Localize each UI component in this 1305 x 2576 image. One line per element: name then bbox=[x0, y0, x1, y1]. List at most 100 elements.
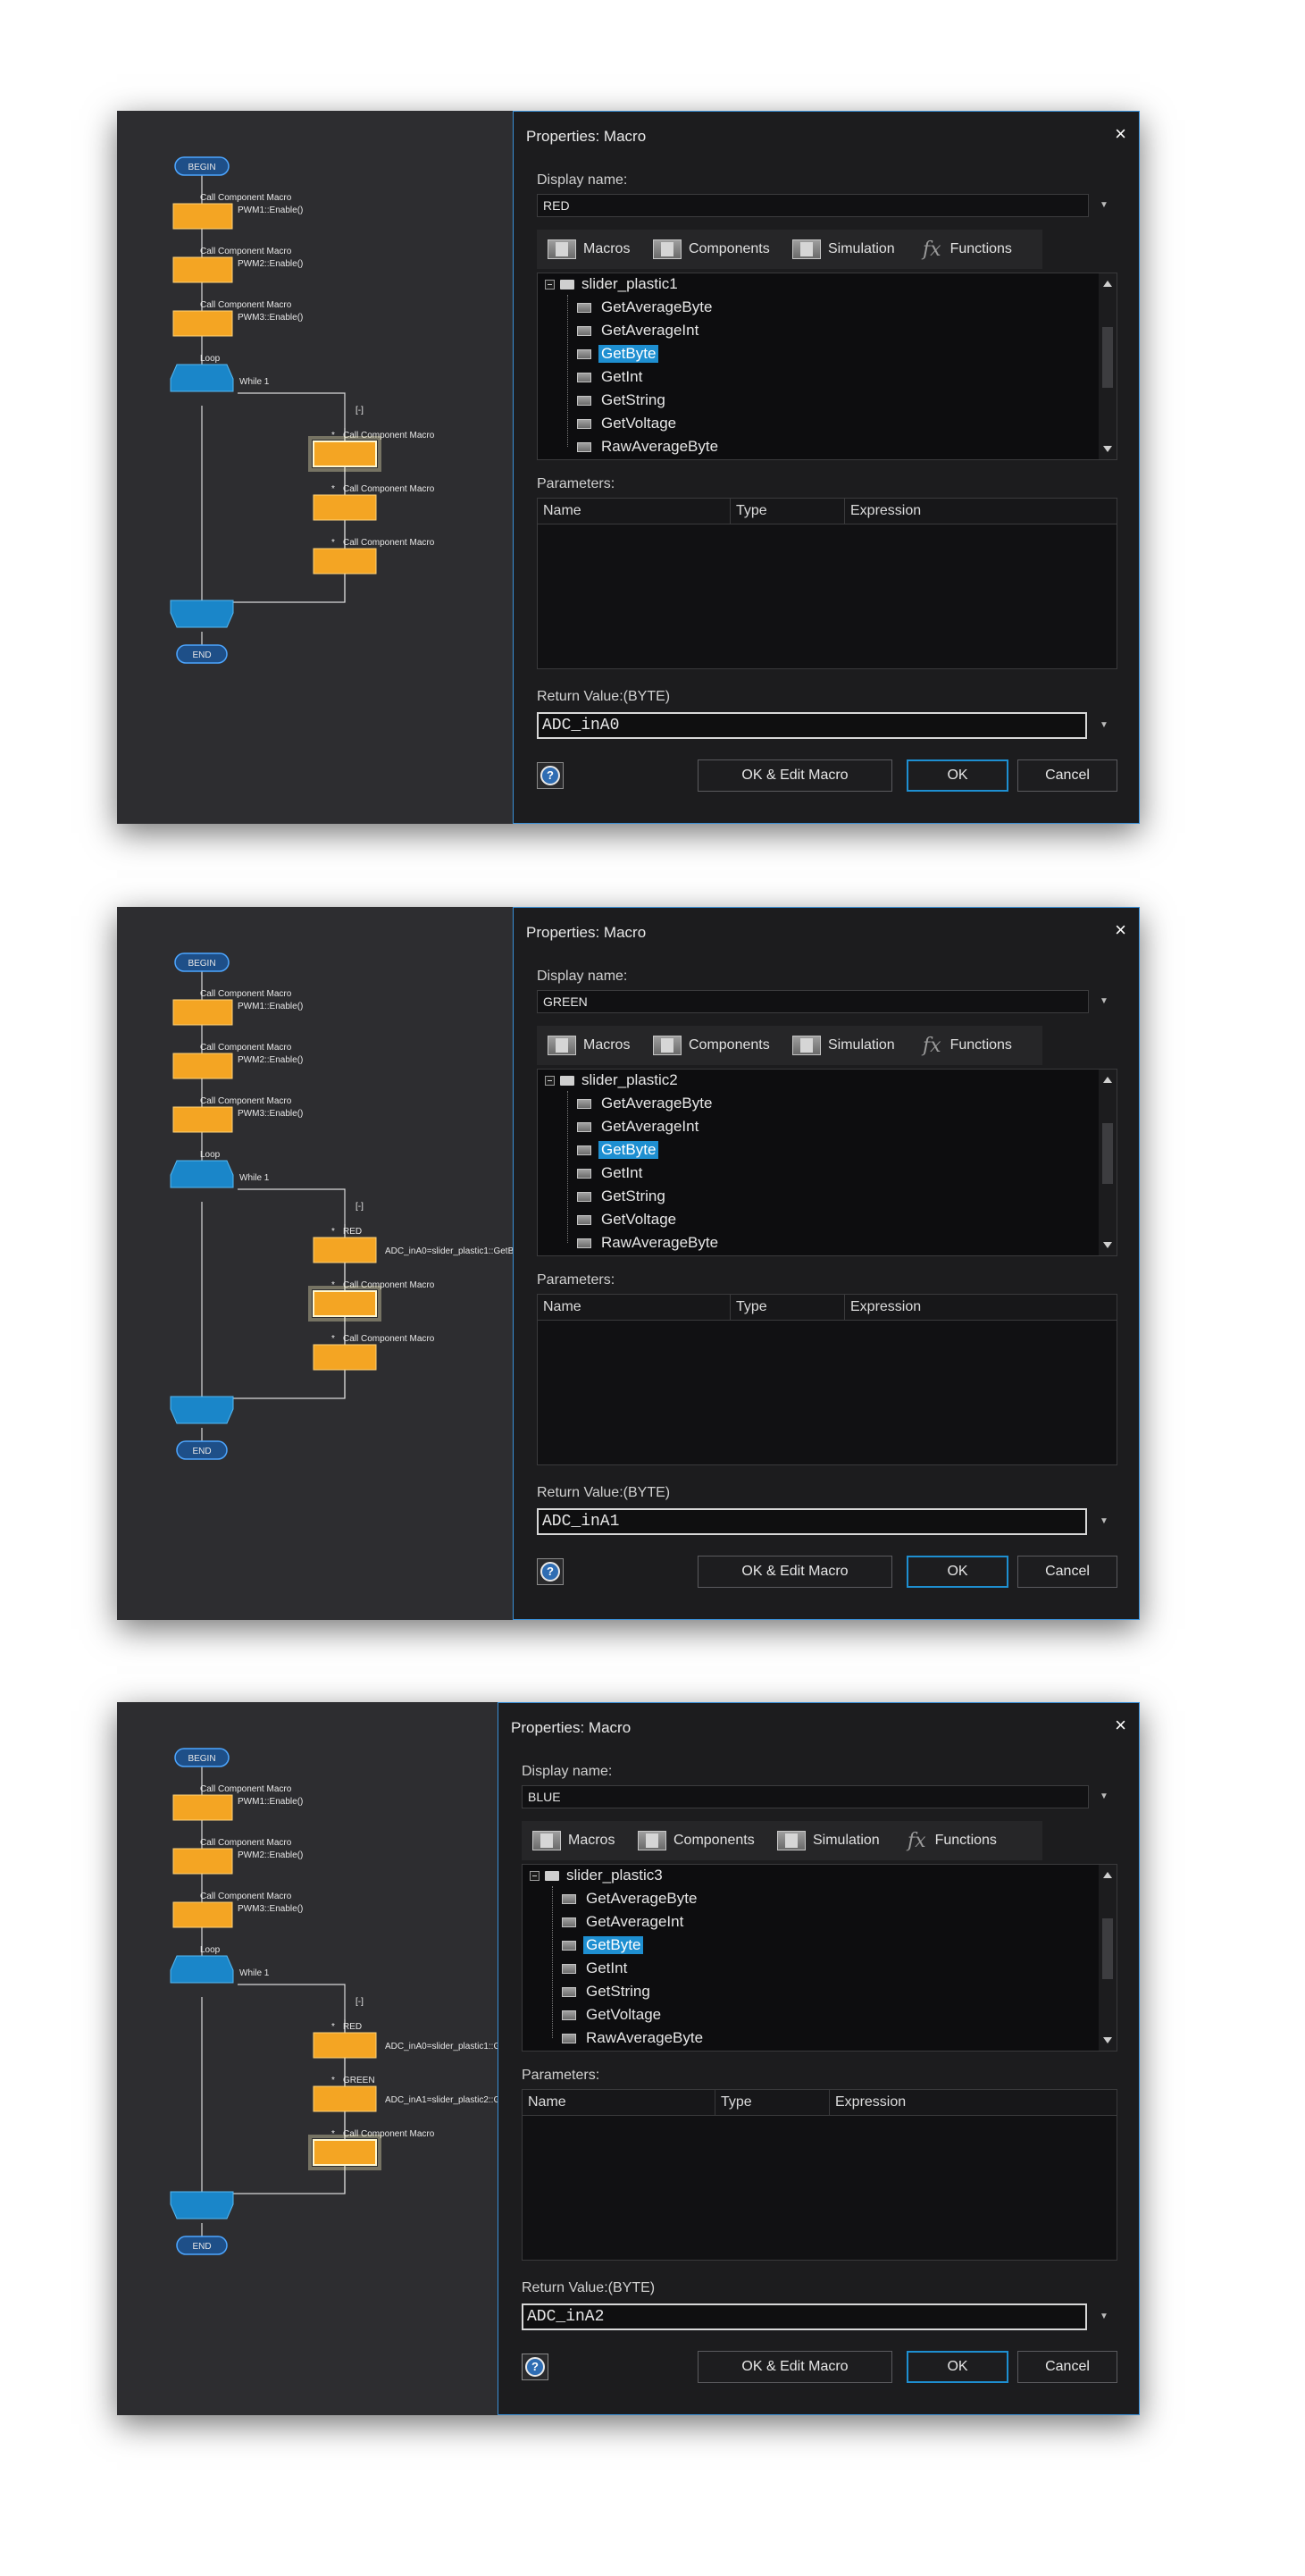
column-header[interactable]: Expression bbox=[845, 499, 1118, 524]
return-value-dropdown-icon[interactable]: ▼ bbox=[1091, 714, 1117, 737]
loop-call-block[interactable] bbox=[313, 2139, 377, 2166]
scroll-down-icon[interactable] bbox=[1103, 2037, 1112, 2043]
tree-item[interactable]: RawAverageByte bbox=[577, 1234, 721, 1252]
tree-item[interactable]: GetInt bbox=[577, 1164, 645, 1182]
column-header[interactable]: Name bbox=[523, 2090, 715, 2115]
call-macro-block[interactable] bbox=[172, 999, 233, 1026]
help-button[interactable]: ? bbox=[537, 762, 564, 789]
tree-item[interactable]: GetAverageByte bbox=[577, 1095, 715, 1112]
loop-call-block[interactable] bbox=[313, 548, 377, 575]
scroll-thumb[interactable] bbox=[1102, 1918, 1113, 1979]
loop-start-block[interactable] bbox=[170, 1160, 234, 1188]
tab-functions[interactable]: fx Functions bbox=[923, 239, 1012, 261]
column-header[interactable]: Type bbox=[731, 1295, 845, 1320]
return-value-field[interactable]: ADC_inA1 bbox=[537, 1508, 1087, 1535]
column-header[interactable]: Type bbox=[731, 499, 845, 524]
return-value-field[interactable]: ADC_inA2 bbox=[522, 2303, 1087, 2330]
tree-item[interactable]: GetAverageInt bbox=[577, 1118, 701, 1136]
tree-root[interactable]: slider_plastic1 bbox=[545, 275, 678, 293]
cancel-button[interactable]: Cancel bbox=[1017, 759, 1117, 792]
loop-call-block[interactable] bbox=[313, 1290, 377, 1317]
loop-call-block[interactable] bbox=[313, 1344, 377, 1371]
tab-simulation[interactable]: Simulation bbox=[792, 239, 895, 259]
tree-item[interactable]: RawAverageByte bbox=[577, 438, 721, 456]
tree-item[interactable]: GetAverageByte bbox=[577, 298, 715, 316]
loop-call-block[interactable] bbox=[313, 2032, 377, 2059]
tree-item[interactable]: GetInt bbox=[562, 1959, 630, 1977]
tree-item[interactable]: GetByte bbox=[577, 1141, 659, 1159]
tree-item[interactable]: GetAverageInt bbox=[562, 1913, 686, 1931]
ok-edit-macro-button[interactable]: OK & Edit Macro bbox=[698, 2351, 892, 2383]
tab-functions[interactable]: fx Functions bbox=[923, 1035, 1012, 1057]
column-header[interactable]: Name bbox=[538, 499, 731, 524]
tree-item[interactable]: GetInt bbox=[577, 368, 645, 386]
help-button[interactable]: ? bbox=[522, 2354, 548, 2380]
loop-call-block[interactable] bbox=[313, 2085, 377, 2112]
loop-start-block[interactable] bbox=[170, 364, 234, 392]
collapse-icon[interactable] bbox=[545, 1075, 555, 1086]
tree-item[interactable]: GetVoltage bbox=[562, 2006, 664, 2024]
ok-edit-macro-button[interactable]: OK & Edit Macro bbox=[698, 1556, 892, 1588]
loop-end-block[interactable] bbox=[170, 2191, 234, 2219]
column-header[interactable]: Expression bbox=[845, 1295, 1118, 1320]
ok-button[interactable]: OK bbox=[907, 2351, 1008, 2383]
loop-call-block[interactable] bbox=[313, 1237, 377, 1263]
call-macro-block[interactable] bbox=[172, 256, 233, 283]
tab-macros[interactable]: Macros bbox=[532, 1831, 615, 1850]
close-icon[interactable]: × bbox=[1115, 122, 1126, 146]
tab-components[interactable]: Components bbox=[653, 1036, 770, 1055]
call-macro-block[interactable] bbox=[172, 1901, 233, 1928]
loop-start-block[interactable] bbox=[170, 1955, 234, 1984]
tree-scrollbar[interactable] bbox=[1099, 1865, 1117, 2051]
loop-call-block[interactable] bbox=[313, 494, 377, 521]
tree-item[interactable]: GetVoltage bbox=[577, 415, 679, 432]
tree-scrollbar[interactable] bbox=[1099, 1070, 1117, 1255]
tab-simulation[interactable]: Simulation bbox=[792, 1036, 895, 1055]
return-value-dropdown-icon[interactable]: ▼ bbox=[1091, 2305, 1117, 2328]
scroll-up-icon[interactable] bbox=[1103, 1077, 1112, 1083]
call-macro-block[interactable] bbox=[172, 1848, 233, 1875]
tree-item[interactable]: GetByte bbox=[577, 345, 659, 363]
tab-macros[interactable]: Macros bbox=[548, 239, 630, 259]
loop-call-block[interactable] bbox=[313, 441, 377, 467]
tree-item[interactable]: GetAverageInt bbox=[577, 322, 701, 340]
scroll-thumb[interactable] bbox=[1102, 1123, 1113, 1184]
tab-simulation[interactable]: Simulation bbox=[777, 1831, 880, 1850]
call-macro-block[interactable] bbox=[172, 1794, 233, 1821]
display-name-field[interactable]: GREEN bbox=[537, 990, 1089, 1013]
display-name-dropdown-icon[interactable]: ▼ bbox=[1091, 990, 1117, 1013]
call-macro-block[interactable] bbox=[172, 203, 233, 230]
scroll-down-icon[interactable] bbox=[1103, 1242, 1112, 1248]
tree-root[interactable]: slider_plastic2 bbox=[545, 1071, 678, 1089]
column-header[interactable]: Type bbox=[715, 2090, 830, 2115]
display-name-dropdown-icon[interactable]: ▼ bbox=[1091, 1785, 1117, 1808]
display-name-field[interactable]: RED bbox=[537, 194, 1089, 217]
column-header[interactable]: Name bbox=[538, 1295, 731, 1320]
display-name-field[interactable]: BLUE bbox=[522, 1785, 1089, 1808]
cancel-button[interactable]: Cancel bbox=[1017, 1556, 1117, 1588]
tree-item[interactable]: GetString bbox=[577, 391, 668, 409]
return-value-dropdown-icon[interactable]: ▼ bbox=[1091, 1510, 1117, 1533]
tree-root[interactable]: slider_plastic3 bbox=[530, 1867, 663, 1884]
tree-item[interactable]: GetVoltage bbox=[577, 1211, 679, 1229]
close-icon[interactable]: × bbox=[1115, 1714, 1126, 1737]
tree-item[interactable]: GetString bbox=[577, 1187, 668, 1205]
cancel-button[interactable]: Cancel bbox=[1017, 2351, 1117, 2383]
tree-item[interactable]: GetString bbox=[562, 1983, 653, 2001]
scroll-down-icon[interactable] bbox=[1103, 446, 1112, 452]
collapse-icon[interactable] bbox=[530, 1870, 540, 1881]
collapse-icon[interactable] bbox=[545, 279, 555, 289]
return-value-field[interactable]: ADC_inA0 bbox=[537, 712, 1087, 739]
scroll-up-icon[interactable] bbox=[1103, 281, 1112, 287]
call-macro-block[interactable] bbox=[172, 1053, 233, 1079]
call-macro-block[interactable] bbox=[172, 310, 233, 337]
ok-edit-macro-button[interactable]: OK & Edit Macro bbox=[698, 759, 892, 792]
display-name-dropdown-icon[interactable]: ▼ bbox=[1091, 194, 1117, 217]
scroll-up-icon[interactable] bbox=[1103, 1872, 1112, 1878]
close-icon[interactable]: × bbox=[1115, 919, 1126, 942]
tree-scrollbar[interactable] bbox=[1099, 273, 1117, 459]
help-button[interactable]: ? bbox=[537, 1558, 564, 1585]
ok-button[interactable]: OK bbox=[907, 1556, 1008, 1588]
tree-item[interactable]: GetAverageByte bbox=[562, 1890, 699, 1908]
tab-components[interactable]: Components bbox=[638, 1831, 755, 1850]
